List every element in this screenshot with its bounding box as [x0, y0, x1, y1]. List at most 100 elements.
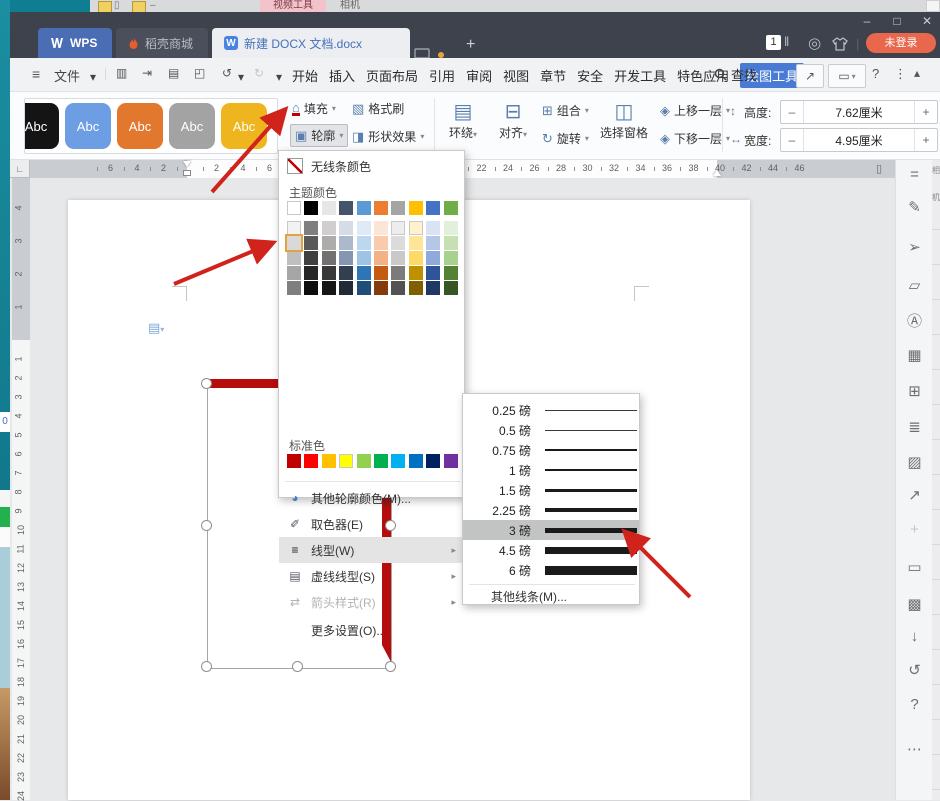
tab-stop-selector[interactable]: ∟: [10, 160, 30, 178]
height-value[interactable]: 7.62厘米: [804, 101, 915, 123]
theme-tint-swatch[interactable]: [444, 236, 458, 250]
theme-tint-swatch[interactable]: [339, 266, 353, 280]
menu-item-dash-style[interactable]: ▤ 虚线线型(S) ▸: [279, 563, 464, 589]
width-increment-button[interactable]: +: [915, 129, 937, 151]
theme-color-swatch[interactable]: [339, 201, 353, 215]
file-menu[interactable]: 文件: [54, 66, 80, 85]
menu-tab-审阅[interactable]: 审阅: [466, 66, 492, 85]
print-icon[interactable]: ▤: [168, 66, 179, 80]
menu-tab-开发工具[interactable]: 开发工具: [614, 66, 666, 85]
plugin-icon[interactable]: +: [896, 521, 933, 538]
find-button[interactable]: 查找: [714, 65, 757, 84]
theme-color-swatch[interactable]: [304, 201, 318, 215]
undo-icon[interactable]: ↺: [222, 66, 232, 80]
share-button[interactable]: ↗: [796, 64, 824, 88]
edit-pen-icon[interactable]: ✎: [896, 198, 933, 216]
window-minimize-button[interactable]: –: [856, 14, 878, 28]
shape-style-swatch[interactable]: Abc: [221, 103, 267, 149]
wrap-button[interactable]: ▤ 环绕▾: [440, 100, 486, 141]
theme-tint-swatch[interactable]: [391, 221, 405, 235]
picture-icon[interactable]: ▩: [896, 595, 933, 613]
theme-tint-swatch[interactable]: [409, 251, 423, 265]
theme-tint-swatch[interactable]: [322, 236, 336, 250]
toolbar-options-caret-icon[interactable]: ▾: [276, 70, 282, 84]
theme-tint-swatch[interactable]: [357, 266, 371, 280]
first-line-indent-marker[interactable]: [183, 161, 191, 167]
theme-tint-swatch[interactable]: [304, 221, 318, 235]
group-button[interactable]: ⊞ 组合▾: [542, 102, 589, 119]
select-cursor-icon[interactable]: ➢: [896, 238, 933, 256]
panel-handle-icon[interactable]: =: [896, 166, 933, 183]
print-preview-icon[interactable]: ◰: [194, 66, 205, 80]
theme-tint-swatch[interactable]: [426, 221, 440, 235]
ruler-page-icon[interactable]: ▯: [876, 162, 882, 175]
resize-handle-bottomright[interactable]: [385, 661, 396, 672]
line-weight-option[interactable]: 3 磅: [463, 520, 639, 540]
theme-tint-swatch[interactable]: [339, 251, 353, 265]
theme-tint-swatch[interactable]: [409, 221, 423, 235]
theme-color-swatch[interactable]: [426, 201, 440, 215]
rotate-button[interactable]: ↻ 旋转▾: [542, 130, 589, 147]
selection-pane-button[interactable]: ◫ 选择窗格: [596, 100, 652, 141]
window-maximize-button[interactable]: □: [886, 14, 908, 28]
new-tab-button[interactable]: +: [466, 36, 475, 54]
download-icon[interactable]: ↓: [896, 628, 933, 645]
resize-handle-midleft[interactable]: [201, 520, 212, 531]
resize-handle-bottomleft[interactable]: [201, 661, 212, 672]
help-icon[interactable]: ?: [896, 696, 933, 713]
login-button[interactable]: 未登录: [866, 33, 936, 53]
tab-docer-store[interactable]: 稻壳商城: [116, 28, 208, 58]
line-weight-option[interactable]: 4.5 磅: [463, 540, 639, 560]
theme-tint-swatch[interactable]: [391, 251, 405, 265]
standard-color-swatch[interactable]: [409, 454, 423, 468]
resize-handle-bottommid[interactable]: [292, 661, 303, 672]
standard-color-swatch[interactable]: [444, 454, 458, 468]
tab-document-active[interactable]: W 新建 DOCX 文档.docx: [212, 28, 410, 58]
shapes-icon[interactable]: ▱: [896, 276, 933, 294]
theme-tint-swatch[interactable]: [304, 236, 318, 250]
line-weight-option[interactable]: 0.5 磅: [463, 420, 639, 440]
doc-count-badge[interactable]: 1: [766, 35, 781, 50]
fill-button[interactable]: ⌂ 填充▾: [292, 100, 336, 117]
standard-color-swatch[interactable]: [374, 454, 388, 468]
window-close-button[interactable]: ✕: [916, 14, 938, 28]
theme-tint-swatch[interactable]: [322, 221, 336, 235]
theme-tint-swatch[interactable]: [391, 281, 405, 295]
shape-style-swatch[interactable]: Abc: [24, 103, 59, 149]
export-icon[interactable]: ⇥: [142, 66, 152, 80]
menu-item-more-settings[interactable]: 更多设置(O)...: [279, 617, 464, 643]
menu-item-line-style[interactable]: ≡ 线型(W) ▸: [279, 537, 464, 563]
theme-tint-swatch[interactable]: [339, 281, 353, 295]
image-placeholder-icon[interactable]: ▨: [896, 453, 933, 471]
shape-style-swatch[interactable]: Abc: [65, 103, 111, 149]
theme-tint-swatch[interactable]: [426, 251, 440, 265]
shape-style-swatch[interactable]: Abc: [117, 103, 163, 149]
theme-tint-swatch[interactable]: [322, 251, 336, 265]
line-weight-option[interactable]: 1 磅: [463, 460, 639, 480]
menu-item-more-outline-colors[interactable]: ◕ 其他轮廓颜色(M)...: [279, 485, 464, 511]
apps-grid-icon[interactable]: ⊞: [896, 382, 933, 400]
theme-tint-swatch[interactable]: [391, 236, 405, 250]
wordart-icon[interactable]: Ⓐ: [896, 310, 933, 331]
width-value[interactable]: 4.95厘米: [804, 129, 915, 151]
theme-tint-swatch[interactable]: [357, 221, 371, 235]
height-decrement-button[interactable]: –: [781, 101, 804, 123]
align-button[interactable]: ⊟ 对齐▾: [490, 100, 536, 141]
tab-wps-home[interactable]: WPS: [38, 28, 112, 58]
standard-color-swatch[interactable]: [357, 454, 371, 468]
theme-tint-swatch[interactable]: [374, 251, 388, 265]
theme-tint-swatch[interactable]: [426, 266, 440, 280]
save-icon[interactable]: ▥: [116, 66, 127, 80]
standard-color-swatch[interactable]: [322, 454, 336, 468]
theme-tint-swatch[interactable]: [374, 266, 388, 280]
undo-caret-icon[interactable]: ▾: [238, 70, 244, 84]
menu-tab-插入[interactable]: 插入: [329, 66, 355, 85]
properties-icon[interactable]: ≣: [896, 418, 933, 436]
theme-tint-swatch[interactable]: [322, 281, 336, 295]
bring-forward-button[interactable]: ◈ 上移一层▾: [660, 102, 730, 119]
menu-tab-开始[interactable]: 开始: [292, 66, 318, 85]
theme-tint-swatch[interactable]: [409, 236, 423, 250]
line-weight-option[interactable]: 2.25 磅: [463, 500, 639, 520]
theme-tint-swatch[interactable]: [391, 266, 405, 280]
vertical-ruler[interactable]: 4321123456789101112131415161718192021222…: [12, 178, 30, 800]
